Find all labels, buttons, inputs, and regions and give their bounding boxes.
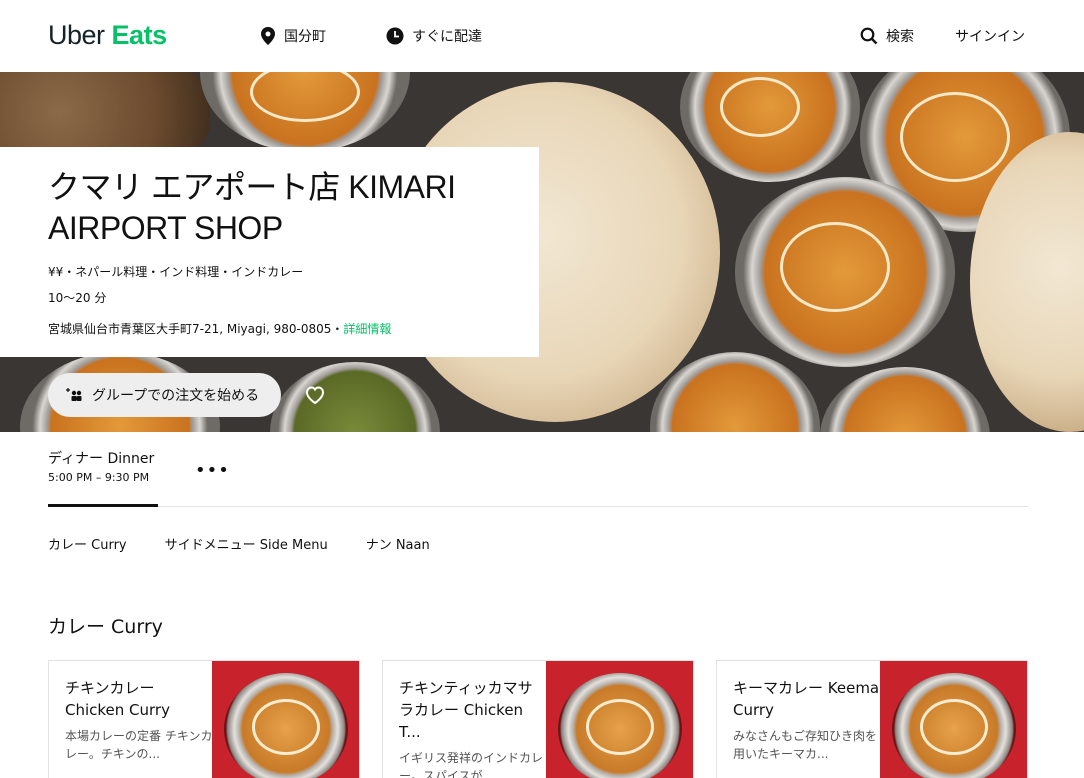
menu-item-name: チキンカレー Chicken Curry: [65, 679, 170, 719]
uber-eats-logo[interactable]: Uber Eats: [48, 20, 167, 50]
cream-swirl: [900, 92, 1010, 182]
active-menu-indicator: [48, 504, 158, 507]
address-text: 宮城県仙台市青葉区大手町7-21, Miyagi, 980-0805・: [48, 322, 344, 336]
more-options-button[interactable]: •••: [195, 460, 230, 481]
search-label: 検索: [886, 29, 914, 45]
signin-label: サインイン: [955, 29, 1025, 45]
group-users-icon: [66, 388, 82, 401]
cream-swirl: [780, 222, 890, 312]
clock-icon: [386, 27, 404, 45]
menu-item-description: みなさんもご存知ひき肉を用いたキーマカ...: [733, 729, 878, 761]
location-pin-icon: [261, 27, 275, 45]
restaurant-info-card: クマリ エアポート店 KIMARI AIRPORT SHOP ¥¥・ネパール料理…: [0, 147, 539, 357]
hero-banner: クマリ エアポート店 KIMARI AIRPORT SHOP ¥¥・ネパール料理…: [0, 72, 1084, 432]
menu-items-grid: チキンカレー Chicken Curry 本場カレーの定番 チキンカレー。チキン…: [48, 660, 1028, 778]
menu-divider: [48, 506, 1028, 507]
menu-item-name: キーマカレー Keema Curry: [733, 679, 880, 719]
menu-selector[interactable]: ディナー Dinner 5:00 PM – 9:30 PM: [48, 449, 154, 486]
delivery-label: すぐに配達: [412, 29, 482, 45]
cream-swirl: [720, 77, 800, 137]
delivery-time-selector[interactable]: すぐに配達: [386, 25, 482, 47]
logo-uber-text: Uber: [48, 20, 105, 50]
curry-bowl-image: [820, 367, 990, 432]
search-button[interactable]: 検索: [860, 25, 914, 47]
green-curry-image: [270, 362, 440, 432]
location-selector[interactable]: 国分町: [260, 25, 326, 47]
group-order-button[interactable]: グループでの注文を始める: [48, 373, 281, 417]
menu-item-image: [212, 661, 359, 778]
section-title: カレー Curry: [48, 616, 163, 638]
category-link-curry[interactable]: カレー Curry: [48, 534, 127, 553]
delivery-estimate: 10〜20 分: [48, 291, 107, 305]
restaurant-address: 宮城県仙台市青葉区大手町7-21, Miyagi, 980-0805・詳細情報: [48, 321, 491, 337]
signin-button[interactable]: サインイン: [955, 25, 1025, 47]
menu-item-description: イギリス発祥のインドカレー。スパイスが...: [399, 751, 544, 778]
more-info-link[interactable]: 詳細情報: [343, 322, 391, 336]
category-link-side-menu[interactable]: サイドメニュー Side Menu: [165, 534, 328, 553]
search-icon: [860, 27, 878, 45]
menu-item-card[interactable]: チキンティッカマサラカレー Chicken T... イギリス発祥のインドカレー…: [382, 660, 694, 778]
heart-icon[interactable]: [303, 383, 327, 407]
menu-item-card[interactable]: キーマカレー Keema Curry みなさんもご存知ひき肉を用いたキーマカ..…: [716, 660, 1028, 778]
menu-item-description: 本場カレーの定番 チキンカレー。チキンの...: [65, 729, 213, 761]
top-header: Uber Eats 国分町 すぐに配達 検索 サインイン: [0, 0, 1084, 72]
menu-item-image: [546, 661, 693, 778]
group-order-label: グループでの注文を始める: [92, 388, 260, 404]
menu-item-image: [880, 661, 1027, 778]
restaurant-cuisine: ¥¥・ネパール料理・インド料理・インドカレー: [48, 265, 304, 279]
category-link-naan[interactable]: ナン Naan: [366, 534, 430, 553]
menu-item-card[interactable]: チキンカレー Chicken Curry 本場カレーの定番 チキンカレー。チキン…: [48, 660, 360, 778]
logo-eats-text: Eats: [111, 20, 168, 50]
category-nav: カレー Curry サイドメニュー Side Menu ナン Naan: [48, 534, 468, 553]
location-label: 国分町: [284, 29, 326, 45]
menu-name: ディナー Dinner: [48, 451, 155, 467]
menu-item-name: チキンティッカマサラカレー Chicken T...: [399, 679, 533, 741]
menu-hours: 5:00 PM – 9:30 PM: [48, 471, 150, 484]
restaurant-title: クマリ エアポート店 KIMARI AIRPORT SHOP: [48, 169, 456, 246]
